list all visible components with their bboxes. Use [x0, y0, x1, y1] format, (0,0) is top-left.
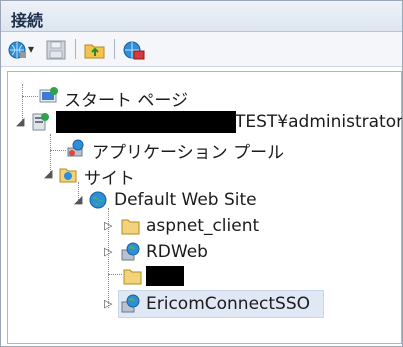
tree-item-label: スタート ページ	[64, 91, 189, 111]
up-level-button[interactable]	[83, 39, 107, 61]
panel-title: 接続	[11, 11, 44, 30]
server-account-label: TEST¥administrator)	[235, 112, 403, 132]
tree-connector	[50, 150, 66, 151]
tree-item-redacted-folder[interactable]	[122, 264, 202, 288]
tree-connector	[22, 96, 38, 97]
tree-item-label: Default Web Site	[114, 190, 257, 210]
save-button[interactable]	[45, 39, 67, 61]
tree-item-sites[interactable]: ◢ サイト	[42, 162, 192, 189]
up-folder-icon	[84, 44, 105, 59]
expand-icon[interactable]: ▷	[104, 297, 112, 310]
toolbar-separator	[75, 39, 76, 59]
tree-item-ericom-connect-sso[interactable]: ▷ EricomConnectSSO	[102, 290, 332, 318]
web-application-icon	[121, 294, 140, 313]
expand-icon[interactable]: ▷	[104, 245, 112, 258]
toolbar-separator	[114, 39, 115, 59]
tree-item-default-web-site[interactable]: ◢ Default Web Site	[72, 188, 292, 212]
expand-icon[interactable]: ▷	[104, 219, 112, 232]
tree-item-label: aspnet_client	[146, 216, 260, 236]
tree-item-label: サイト	[84, 169, 135, 189]
collapse-icon[interactable]: ◢	[74, 193, 82, 206]
tree-item-rdweb[interactable]: ▷ RDWeb	[102, 240, 252, 264]
sites-folder-icon	[59, 168, 77, 183]
disconnect-icon	[123, 41, 145, 60]
tree-item-label: アプリケーション プール	[92, 143, 285, 163]
app-pool-icon	[67, 139, 84, 157]
toolbar: ▾	[1, 32, 402, 67]
server-icon	[32, 113, 49, 131]
panel-header: 接続	[1, 1, 402, 32]
tree-item-label: EricomConnectSSO	[146, 294, 311, 314]
folder-icon	[121, 219, 140, 235]
save-icon	[46, 40, 66, 60]
tree-item-app-pools[interactable]: アプリケーション プール	[66, 136, 316, 163]
collapse-icon[interactable]: ◢	[44, 167, 52, 180]
disconnect-button[interactable]	[122, 39, 146, 61]
redacted-server-name	[56, 111, 236, 133]
collapse-icon[interactable]: ◢	[16, 115, 24, 128]
tree-item-aspnet-client[interactable]: ▷ aspnet_client	[102, 214, 302, 238]
tree-item-server[interactable]: ◢ TEST¥administrator)	[14, 110, 403, 134]
connect-button[interactable]: ▾	[7, 39, 37, 61]
web-application-icon	[121, 242, 140, 261]
redacted-folder-name	[146, 266, 184, 286]
globe-icon	[89, 191, 107, 209]
tree-connector	[108, 274, 122, 275]
tree-item-start-page[interactable]: スタート ページ	[38, 84, 238, 111]
connections-tree[interactable]: スタート ページ ◢ TEST¥administrator) アプリケーション …	[7, 71, 402, 344]
dropdown-arrow-icon: ▾	[28, 42, 35, 56]
tree-item-label: RDWeb	[146, 242, 208, 262]
connections-panel: 接続 ▾ スタート ページ ◢ TEST¥administrator) アプリケ…	[0, 0, 403, 347]
folder-icon	[123, 269, 142, 285]
start-page-icon	[39, 87, 58, 103]
